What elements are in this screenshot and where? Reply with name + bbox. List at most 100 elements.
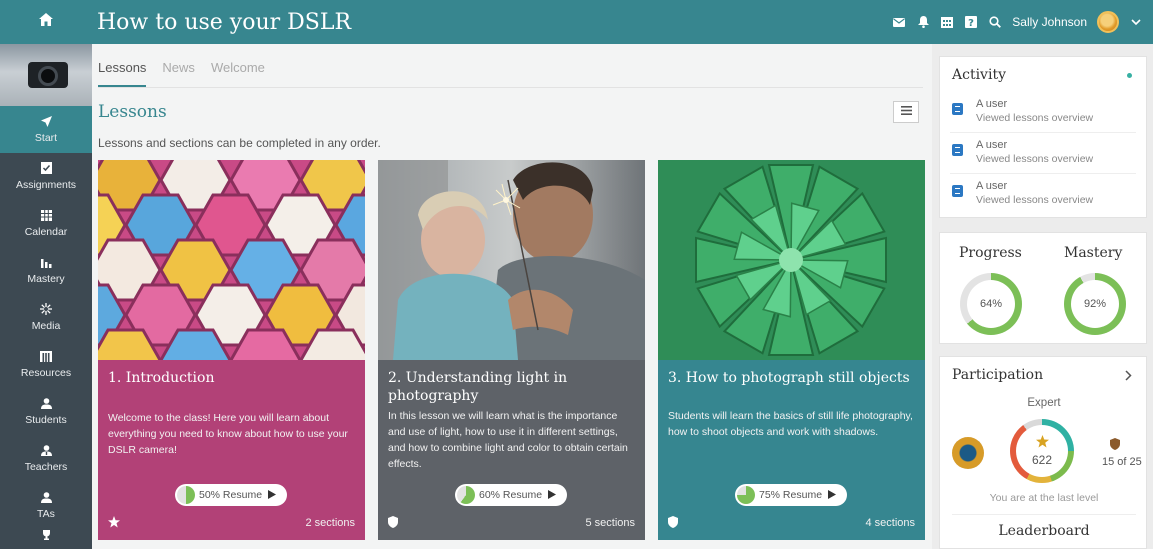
lesson-icon	[952, 144, 963, 156]
activity-item[interactable]: A user Viewed lessons overview	[950, 177, 1136, 215]
lesson-card-body: 3. How to photograph still objects Stude…	[658, 360, 925, 540]
sidebar-item-label: Start	[34, 131, 58, 144]
sidebar: Start Assignments Calendar Mastery Media	[0, 44, 92, 549]
sidebar-item-label: Teachers	[24, 460, 68, 473]
mail-icon[interactable]	[892, 15, 906, 29]
sidebar-item-calendar[interactable]: Calendar	[0, 200, 92, 247]
send-icon	[40, 115, 52, 129]
sidebar-item-students[interactable]: Students	[0, 388, 92, 435]
tab-welcome[interactable]: Welcome	[211, 60, 265, 87]
lesson-card[interactable]: 3. How to photograph still objects Stude…	[658, 160, 925, 540]
mastery-value: 92%	[1071, 280, 1119, 328]
lesson-card-body: 1. Introduction Welcome to the class! He…	[98, 360, 365, 540]
resume-button[interactable]: 75% Resume	[735, 484, 847, 506]
leaderboard-title[interactable]: Leaderboard	[940, 523, 1148, 539]
lesson-card[interactable]: 1. Introduction Welcome to the class! He…	[98, 160, 365, 540]
sidebar-item-more[interactable]	[0, 529, 92, 549]
activity-item[interactable]: A user Viewed lessons overview	[950, 95, 1136, 133]
activity-user: A user	[976, 139, 1008, 151]
progress-label: Progress	[959, 245, 1022, 261]
sidebar-item-teachers[interactable]: Teachers	[0, 435, 92, 482]
progress-ring[interactable]: 64%	[960, 273, 1022, 335]
tab-lessons[interactable]: Lessons	[98, 60, 147, 87]
lesson-image-hexagons	[98, 160, 365, 360]
sidebar-item-mastery[interactable]: Mastery	[0, 247, 92, 294]
rank-value: 15 of 25	[1102, 456, 1142, 468]
user-icon	[40, 397, 52, 411]
chevron-down-icon[interactable]	[1129, 15, 1143, 29]
calendar-icon[interactable]	[940, 15, 954, 29]
sidebar-item-label: Resources	[20, 366, 72, 379]
chevron-right-icon[interactable]	[1125, 368, 1132, 384]
sidebar-item-media[interactable]: Media	[0, 294, 92, 341]
course-image	[0, 44, 92, 106]
activity-panel: Activity A user Viewed lessons overview …	[939, 56, 1147, 218]
sidebar-item-assignments[interactable]: Assignments	[0, 153, 92, 200]
calendar-icon	[40, 209, 52, 223]
rank-shield-icon	[1110, 438, 1120, 453]
shield-icon	[668, 516, 678, 531]
lesson-card-body: 2. Understanding light in photography In…	[378, 360, 645, 540]
checklist-icon	[40, 162, 52, 176]
sidebar-item-resources[interactable]: Resources	[0, 341, 92, 388]
sidebar-item-label: Media	[31, 320, 61, 332]
ta-icon	[40, 491, 52, 505]
lesson-image-sparkler	[378, 160, 645, 360]
lesson-image-succulent	[658, 160, 925, 360]
star-icon	[1035, 435, 1049, 450]
lesson-icon	[952, 103, 963, 115]
resources-icon	[40, 350, 52, 364]
svg-text:?: ?	[968, 18, 974, 28]
resume-button[interactable]: 60% Resume	[455, 484, 567, 506]
participation-panel: Participation Expert 622 15 of 25 You ar…	[939, 356, 1147, 549]
media-icon	[40, 303, 52, 317]
home-button[interactable]	[0, 0, 92, 44]
activity-title: Activity	[952, 67, 1006, 83]
lesson-icon	[952, 185, 963, 197]
badge-icon	[952, 437, 984, 469]
camera-lens-shape	[38, 66, 58, 86]
lesson-title[interactable]: 1. Introduction	[108, 369, 355, 387]
section-count: 2 sections	[305, 517, 355, 529]
sidebar-item-tas[interactable]: TAs	[0, 482, 92, 529]
lessons-subtitle: Lessons and sections can be completed in…	[98, 136, 381, 150]
play-icon	[828, 489, 837, 501]
teacher-icon	[40, 444, 52, 458]
sidebar-item-label: Assignments	[15, 179, 77, 191]
lesson-description: In this lesson we will learn what is the…	[388, 410, 628, 470]
tab-news[interactable]: News	[162, 60, 195, 87]
search-icon[interactable]	[988, 15, 1002, 29]
top-actions: ? Sally Johnson	[892, 0, 1143, 44]
play-icon	[548, 489, 557, 501]
activity-text: Viewed lessons overview	[976, 194, 1094, 206]
home-icon	[39, 13, 53, 31]
section-count: 4 sections	[865, 517, 915, 529]
sidebar-item-label: Calendar	[24, 225, 68, 238]
course-title: How to use your DSLR	[97, 10, 352, 35]
user-avatar[interactable]	[1097, 11, 1119, 33]
points-ring[interactable]: 622	[1010, 419, 1074, 483]
activity-user: A user	[976, 180, 1008, 192]
lesson-title[interactable]: 3. How to photograph still objects	[668, 369, 915, 387]
help-icon[interactable]: ?	[964, 15, 978, 29]
resume-button[interactable]: 50% Resume	[175, 484, 287, 506]
divider	[952, 514, 1136, 515]
lesson-card[interactable]: 2. Understanding light in photography In…	[378, 160, 645, 540]
resume-label: 50% Resume	[199, 489, 263, 501]
bar-chart-icon	[40, 257, 52, 270]
progress-pie-icon	[737, 486, 755, 504]
shield-icon	[388, 516, 398, 531]
sidebar-item-start[interactable]: Start	[0, 106, 92, 153]
lesson-title[interactable]: 2. Understanding light in photography	[388, 369, 635, 405]
top-bar: How to use your DSLR ? Sally Johnson	[0, 0, 1153, 44]
bell-icon[interactable]	[916, 15, 930, 29]
user-name[interactable]: Sally Johnson	[1012, 15, 1087, 29]
main-content: Lessons News Welcome Lessons Lessons and…	[92, 44, 932, 549]
trophy-icon	[41, 529, 52, 542]
section-count: 5 sections	[585, 517, 635, 529]
activity-item[interactable]: A user Viewed lessons overview	[950, 136, 1136, 174]
right-sidebar: Activity A user Viewed lessons overview …	[932, 44, 1153, 549]
list-view-toggle[interactable]	[893, 101, 919, 123]
mastery-ring[interactable]: 92%	[1064, 273, 1126, 335]
sidebar-item-label: TAs	[37, 507, 55, 520]
